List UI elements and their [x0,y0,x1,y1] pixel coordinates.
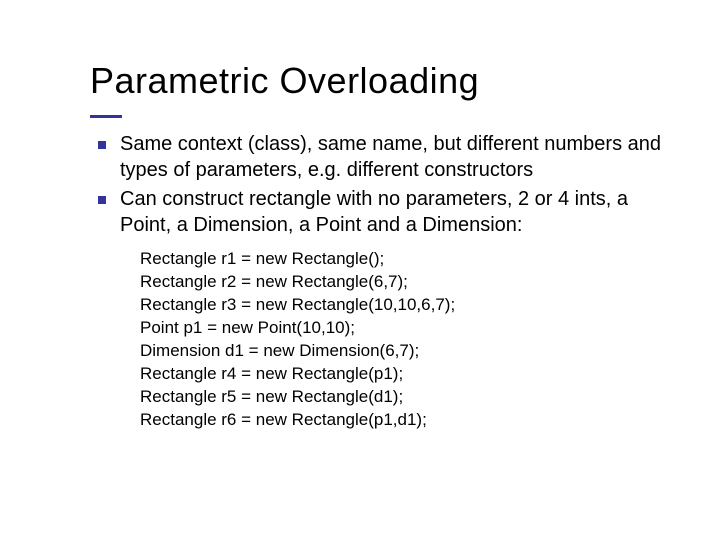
code-line: Dimension d1 = new Dimension(6,7); [140,340,670,363]
page-title: Parametric Overloading [90,60,670,102]
code-line: Rectangle r1 = new Rectangle(); [140,248,670,271]
code-line: Rectangle r6 = new Rectangle(p1,d1); [140,409,670,432]
code-line: Rectangle r4 = new Rectangle(p1); [140,363,670,386]
code-line: Rectangle r5 = new Rectangle(d1); [140,386,670,409]
code-block: Rectangle r1 = new Rectangle(); Rectangl… [140,248,670,432]
list-item: Can construct rectangle with no paramete… [120,187,670,238]
code-line: Rectangle r3 = new Rectangle(10,10,6,7); [140,294,670,317]
accent-line [90,115,122,118]
slide: Parametric Overloading Same context (cla… [0,0,720,472]
code-line: Rectangle r2 = new Rectangle(6,7); [140,271,670,294]
code-line: Point p1 = new Point(10,10); [140,317,670,340]
bullet-list: Same context (class), same name, but dif… [90,132,670,238]
list-item: Same context (class), same name, but dif… [120,132,670,183]
